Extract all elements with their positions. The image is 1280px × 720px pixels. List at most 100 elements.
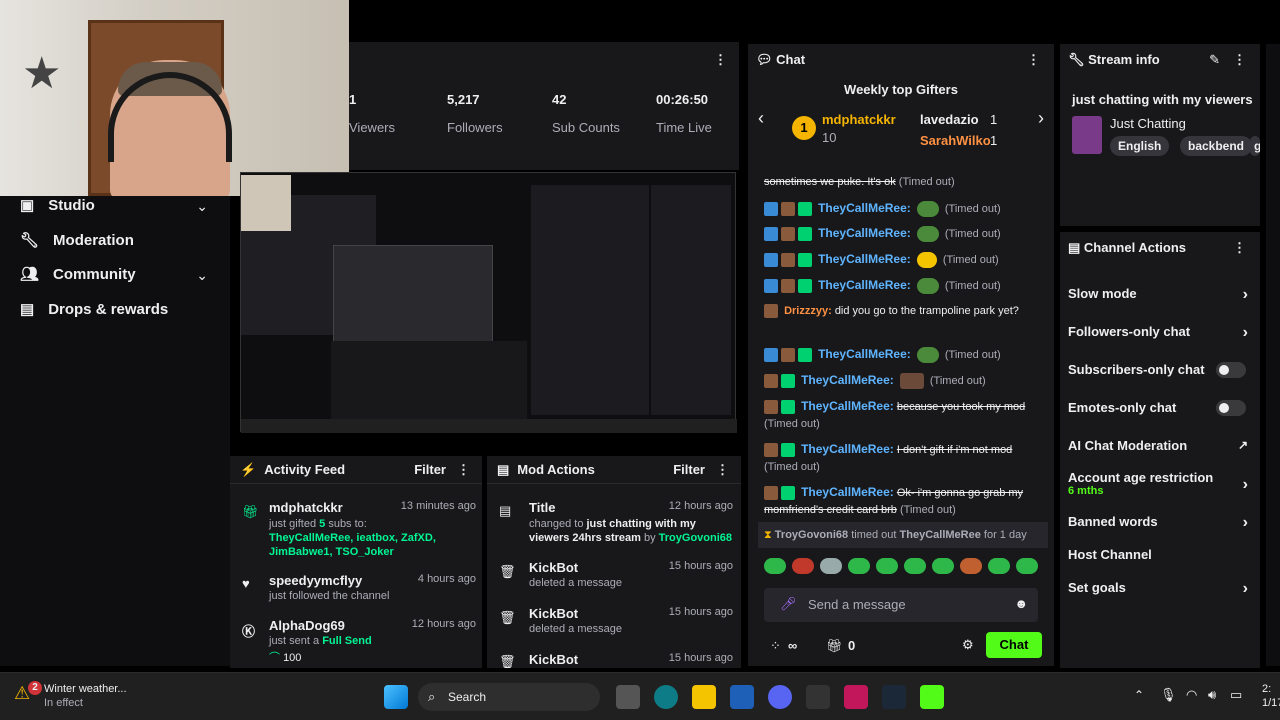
emote-icon[interactable] (988, 558, 1010, 574)
notice-mod[interactable]: TroyGovoni68 (775, 529, 848, 541)
emote-icon[interactable] (764, 558, 786, 574)
chat-input[interactable]: 🎤︎ Send a message ☻ (764, 588, 1038, 622)
followers-only-item[interactable]: Followers-only chat › (1068, 324, 1254, 342)
kebab-menu-icon[interactable]: ⋮ (457, 462, 470, 478)
sidebar-item-community[interactable]: 👥︎ Community (20, 265, 136, 284)
chat-username[interactable]: TheyCallMeRee: (801, 399, 894, 413)
chevron-right-icon[interactable]: › (1243, 286, 1248, 304)
chevron-right-icon[interactable]: › (1243, 324, 1248, 342)
chevron-down-icon[interactable]: ⌄ (196, 267, 208, 284)
emote-icon[interactable] (904, 558, 926, 574)
weather-title[interactable]: Winter weather... (44, 683, 127, 695)
emote-icon[interactable] (1016, 558, 1038, 574)
file-explorer-icon[interactable] (692, 685, 716, 709)
mod-action-user[interactable]: KickBot (529, 560, 578, 575)
sidebar-item-moderation[interactable]: 🔧︎ Moderation (20, 231, 134, 250)
chevron-right-icon[interactable]: › (1038, 108, 1044, 129)
badge-icon (764, 348, 778, 363)
filter-button[interactable]: Filter (414, 462, 446, 477)
battery-icon[interactable]: ▭ (1230, 687, 1242, 703)
kebab-menu-icon[interactable]: ⋮ (1027, 52, 1040, 68)
filter-button[interactable]: Filter (673, 462, 705, 477)
gifter-name[interactable]: lavedazio (920, 112, 979, 127)
badge-icon (764, 443, 778, 458)
category-thumbnail[interactable] (1072, 116, 1102, 154)
mod-action-user[interactable]: KickBot (529, 606, 578, 621)
volume-icon[interactable]: 🔊︎ (1208, 687, 1216, 703)
chat-username[interactable]: TheyCallMeRee: (818, 278, 911, 292)
store-icon[interactable] (730, 685, 754, 709)
stats-menu-icon[interactable]: ⋮ (714, 52, 727, 68)
chevron-down-icon[interactable]: ⌄ (196, 198, 208, 215)
mod-action-by[interactable]: TroyGovoni68 (659, 532, 732, 544)
chat-username[interactable]: TheyCallMeRee: (801, 485, 894, 499)
windows-start-icon[interactable] (384, 685, 408, 709)
clock-date[interactable]: 1/17 (1262, 697, 1280, 709)
set-goals-item[interactable]: Set goals › (1068, 580, 1254, 598)
chat-message: TheyCallMeRee: (Timed out) (764, 372, 1044, 390)
gifter-count: 1 (990, 133, 998, 148)
kebab-menu-icon[interactable]: ⋮ (1233, 240, 1246, 256)
kick-app-icon[interactable] (920, 685, 944, 709)
emote-icon[interactable] (960, 558, 982, 574)
emote-icon[interactable] (820, 558, 842, 574)
sidebar-item-studio[interactable]: ▣ Studio (20, 196, 95, 215)
chevron-up-icon[interactable]: ⌃ (1134, 688, 1144, 702)
microphone-icon[interactable]: 🎙︎ (1160, 687, 1177, 703)
steam-icon[interactable] (882, 685, 906, 709)
host-channel-item[interactable]: Host Channel (1068, 547, 1254, 562)
edge-icon[interactable] (654, 685, 678, 709)
badge-icon (781, 279, 795, 294)
discord-icon[interactable] (768, 685, 792, 709)
chevron-right-icon[interactable]: › (1243, 580, 1248, 598)
gifter-name[interactable]: SarahWilko (920, 133, 991, 148)
weather-widget-icon[interactable]: ⚠ 2 (14, 681, 42, 707)
account-age-item[interactable]: Account age restriction 6 mths › (1068, 470, 1254, 497)
pencil-icon[interactable]: ✎ (1209, 52, 1220, 68)
chat-username[interactable]: TheyCallMeRee: (801, 442, 894, 456)
chevron-left-icon[interactable]: ‹ (758, 108, 764, 129)
microphone-icon[interactable]: 🎤︎ (780, 596, 797, 612)
chat-username[interactable]: TheyCallMeRee: (801, 373, 894, 387)
category-name[interactable]: Just Chatting (1110, 116, 1186, 131)
chevron-right-icon[interactable]: › (1243, 514, 1248, 532)
clock-time[interactable]: 2: (1262, 683, 1271, 695)
channel-action-label: Followers-only chat (1068, 324, 1191, 339)
emote-icon[interactable] (848, 558, 870, 574)
badge-icon (798, 202, 812, 217)
external-link-icon[interactable]: ↗ (1238, 438, 1248, 452)
chat-username[interactable]: TheyCallMeRee: (818, 226, 911, 240)
app-icon[interactable] (844, 685, 868, 709)
sidebar-item-drops[interactable]: ▤ Drops & rewards (20, 300, 168, 319)
mod-action-user[interactable]: KickBot (529, 652, 578, 667)
emote-icon[interactable] (876, 558, 898, 574)
feed-user[interactable]: speedyymcflyy (269, 573, 362, 588)
chat-username[interactable]: TheyCallMeRee: (818, 201, 911, 215)
kebab-menu-icon[interactable]: ⋮ (716, 462, 729, 478)
taskbar-search[interactable]: ⌕ Search (418, 683, 600, 711)
ai-moderation-item[interactable]: AI Chat Moderation ↗ (1068, 438, 1254, 453)
notice-target[interactable]: TheyCallMeRee (900, 529, 981, 541)
emote-icon[interactable] (792, 558, 814, 574)
subscribers-only-toggle[interactable] (1216, 362, 1246, 378)
emote-icon[interactable] (932, 558, 954, 574)
chat-username[interactable]: TheyCallMeRee: (818, 252, 911, 266)
wifi-icon[interactable]: ◠ (1186, 687, 1197, 703)
gear-icon[interactable]: ⚙ (962, 637, 974, 653)
gift-icon[interactable]: 🎁︎ (826, 638, 843, 654)
feed-user[interactable]: mdphatckkr (269, 500, 343, 515)
chat-username[interactable]: TheyCallMeRee: (818, 347, 911, 361)
send-chat-button[interactable]: Chat (986, 632, 1042, 658)
gifter-name[interactable]: mdphatckkr (822, 112, 896, 127)
kebab-menu-icon[interactable]: ⋮ (1233, 52, 1246, 68)
stream-info-header: 🔧︎ Stream info (1068, 52, 1160, 68)
banned-words-item[interactable]: Banned words › (1068, 514, 1254, 532)
task-view-icon[interactable] (616, 685, 640, 709)
chat-username[interactable]: Drizzzyy: (784, 305, 832, 317)
emoji-icon[interactable]: ☻ (1014, 596, 1028, 611)
emotes-only-toggle[interactable] (1216, 400, 1246, 416)
chevron-right-icon[interactable]: › (1243, 476, 1248, 494)
app-icon[interactable] (806, 685, 830, 709)
slow-mode-item[interactable]: Slow mode › (1068, 286, 1254, 304)
feed-user[interactable]: AlphaDog69 (269, 618, 345, 633)
